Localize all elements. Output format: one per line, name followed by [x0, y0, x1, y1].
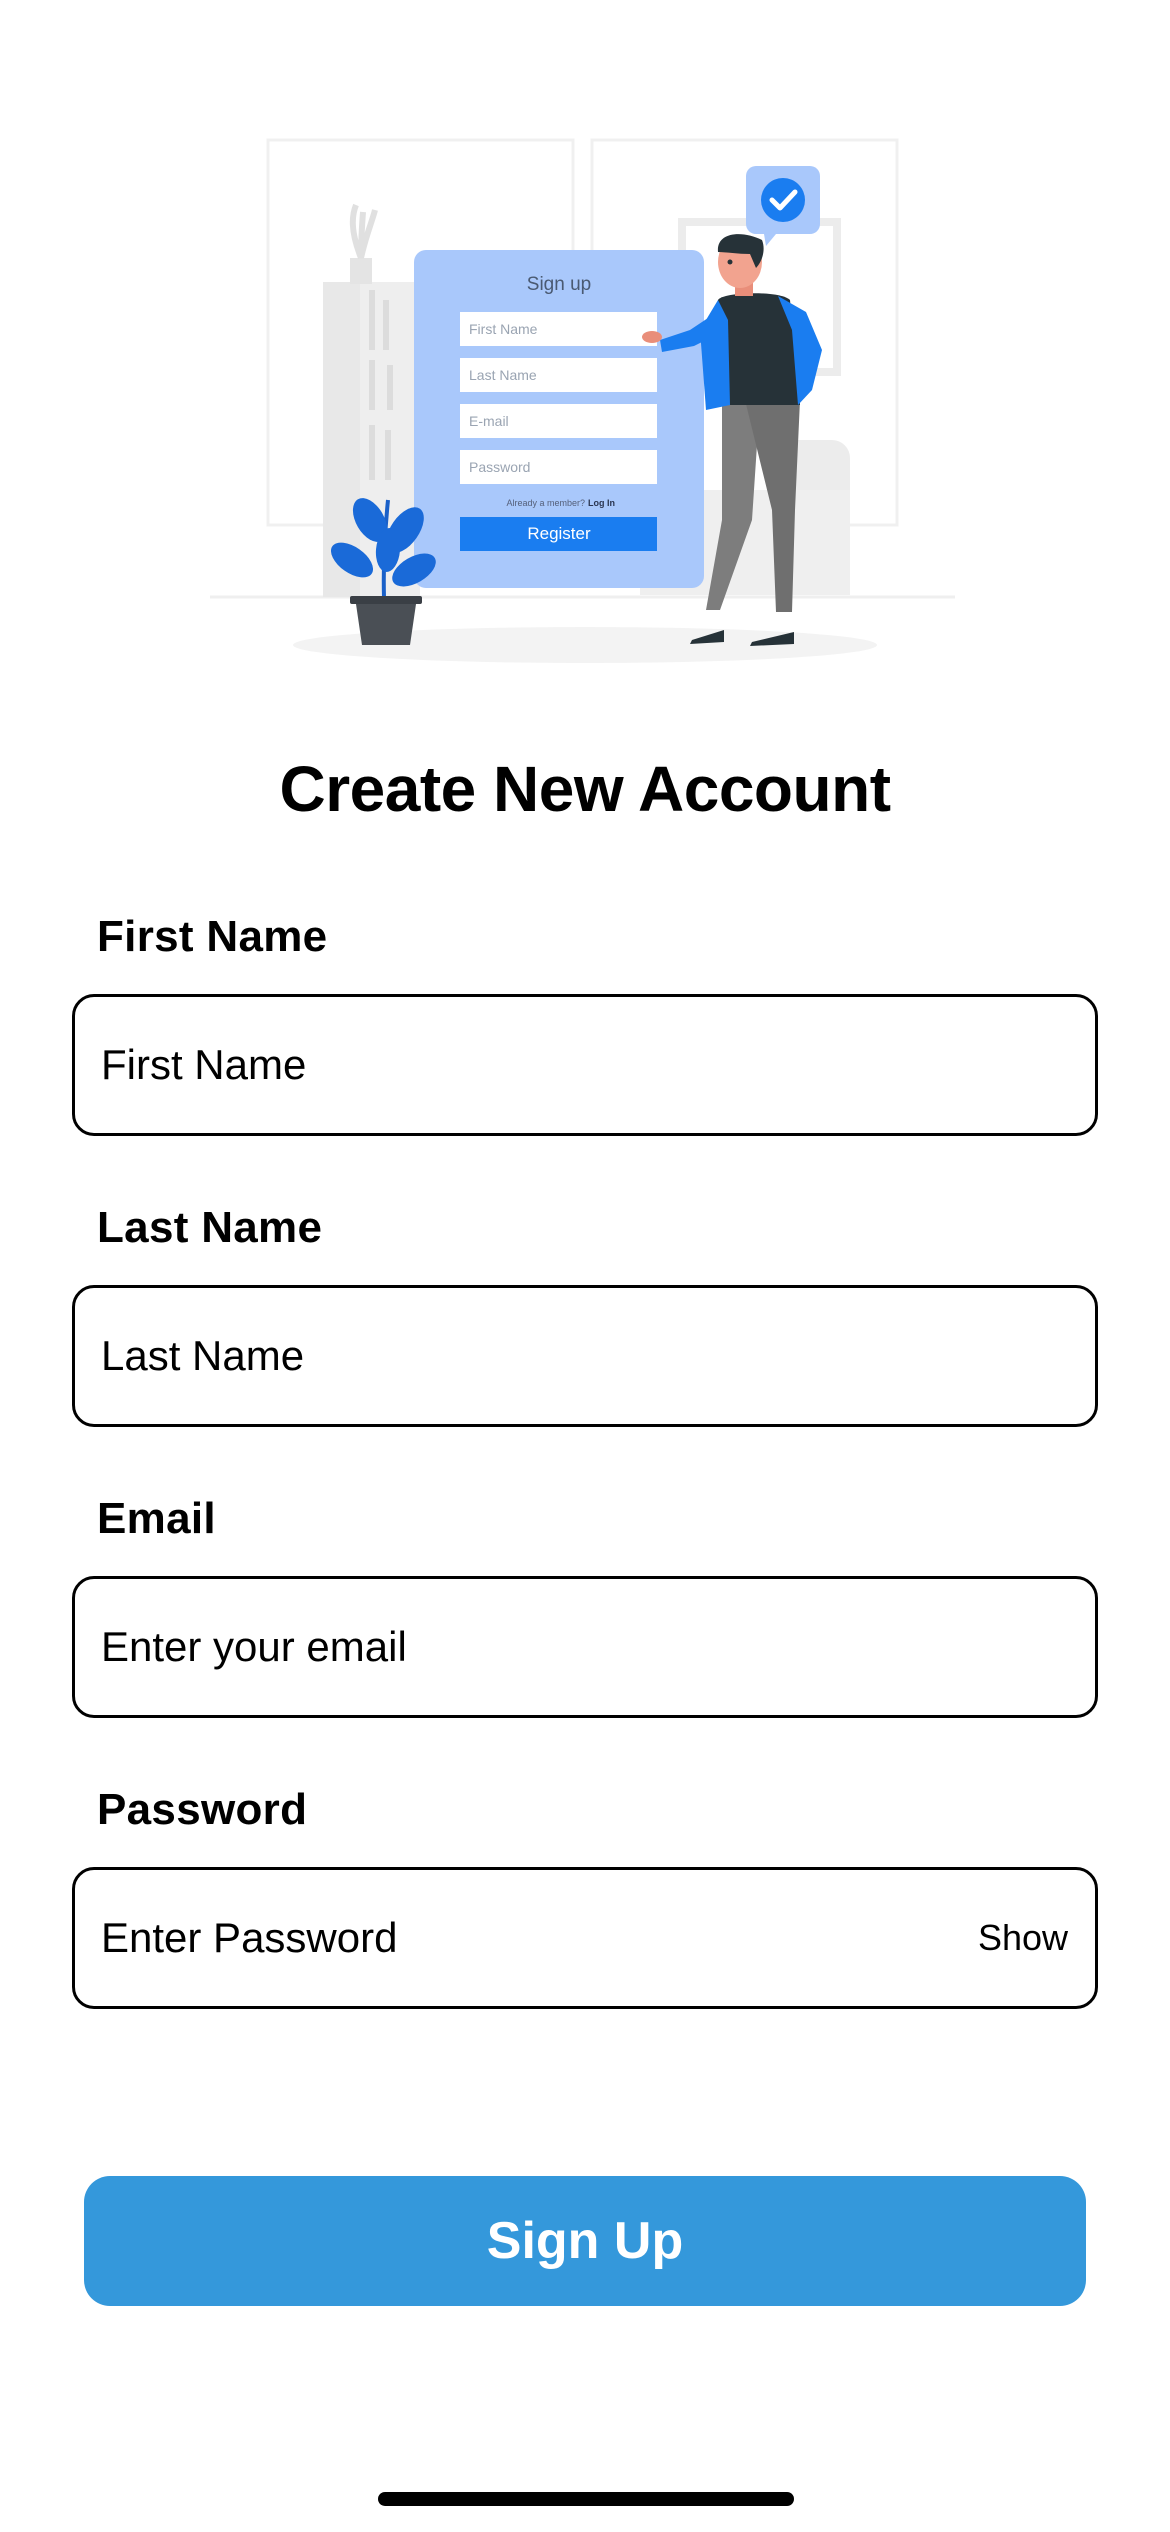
checkmark-bubble-icon: [746, 166, 820, 246]
illustration-card-title: Sign up: [527, 274, 591, 295]
illustration-register-button: Register: [527, 524, 591, 543]
illustration-field-email: E-mail: [469, 413, 509, 429]
home-indicator[interactable]: [378, 2492, 794, 2506]
password-input[interactable]: [75, 1870, 978, 2006]
last-name-label: Last Name: [97, 1203, 323, 1252]
signup-illustration: Sign up First Name Last Name E-mail Pass…: [0, 0, 1170, 690]
first-name-label: First Name: [97, 912, 328, 961]
first-name-input[interactable]: [75, 997, 1095, 1133]
illustration-field-last-name: Last Name: [469, 367, 537, 383]
illustration-field-password: Password: [469, 459, 530, 475]
sign-up-button[interactable]: Sign Up: [84, 2176, 1086, 2306]
illustration-login-link: Log In: [588, 498, 615, 508]
email-label: Email: [97, 1494, 216, 1543]
password-field[interactable]: Show: [72, 1867, 1098, 2009]
illustration-member-text: Already a member?: [506, 498, 585, 508]
illustration-field-first-name: First Name: [469, 321, 538, 337]
email-field[interactable]: [72, 1576, 1098, 1718]
page-title: Create New Account: [279, 753, 892, 825]
email-input[interactable]: [75, 1579, 1095, 1715]
password-label: Password: [97, 1785, 308, 1834]
last-name-field[interactable]: [72, 1285, 1098, 1427]
last-name-input[interactable]: [75, 1288, 1095, 1424]
show-password-toggle[interactable]: Show: [978, 1917, 1095, 1959]
first-name-field[interactable]: [72, 994, 1098, 1136]
